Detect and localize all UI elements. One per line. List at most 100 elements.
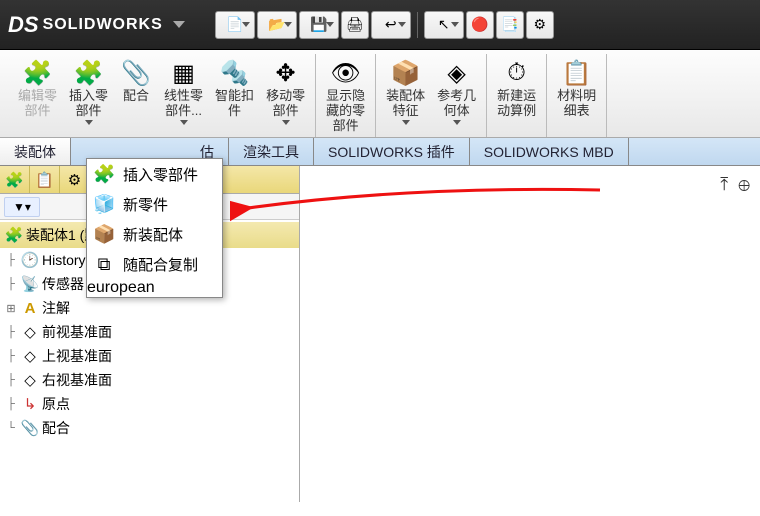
viewport-orientation-icons[interactable]: ⤒ ⊕: [720, 174, 750, 195]
tree-item-front-plane[interactable]: ├ ◇ 前视基准面: [0, 320, 299, 344]
ribbon-move-component[interactable]: ✥ 移动零 部件: [260, 56, 311, 127]
ribbon-label: 材料明 细表: [557, 88, 596, 118]
tree-item-origin[interactable]: ├ ↳ 原点: [0, 392, 299, 416]
new-part-icon: 🧊: [93, 194, 115, 215]
tree-item-right-plane[interactable]: ├ ◇ 右视基准面: [0, 368, 299, 392]
plane-icon: ◇: [20, 347, 40, 365]
tree-line: ├: [4, 374, 18, 386]
tab-label: SOLIDWORKS 插件: [328, 142, 455, 162]
quick-access-toolbar: 📄 📂 💾 🖨 ↩ ↖ 🔴 📑 ⚙: [215, 11, 554, 39]
undo-button[interactable]: ↩: [371, 11, 411, 39]
new-file-button[interactable]: 📄: [215, 11, 255, 39]
open-file-button[interactable]: 📂: [257, 11, 297, 39]
ribbon-bom[interactable]: 📋 材料明 细表: [551, 56, 602, 120]
panel-tab-property[interactable]: 📋: [30, 166, 60, 193]
tree-line: ├: [4, 398, 18, 410]
plane-icon: ◇: [20, 323, 40, 341]
tree-item-annotations[interactable]: ⊞ A 注解: [0, 296, 299, 320]
ribbon-label: 新建运 动算例: [497, 88, 536, 118]
tab-label: 渲染工具: [243, 142, 299, 162]
record-button[interactable]: 🔴: [466, 11, 494, 39]
motion-study-icon: ⏱: [507, 58, 526, 88]
edit-component-icon: 🧩: [23, 58, 53, 88]
chevron-down-icon: [180, 120, 188, 125]
mates-icon: 📎: [20, 419, 40, 437]
sensor-icon: 📡: [20, 275, 40, 293]
assembly-icon: 🧩: [4, 226, 24, 244]
ribbon-insert-component[interactable]: 🧩 插入零 部件: [63, 56, 114, 127]
tree-label: 右视基准面: [42, 370, 112, 390]
app-brand-text: SOLIDWORKS: [43, 16, 163, 34]
filter-button[interactable]: ▼▾: [4, 197, 40, 217]
ribbon-label: 插入零 部件: [69, 88, 108, 118]
tab-sw-mbd[interactable]: SOLIDWORKS MBD: [470, 138, 629, 165]
toolbar-separator: [417, 12, 418, 38]
ribbon-label: 参考几 何体: [437, 88, 476, 118]
move-component-icon: ✥: [276, 58, 296, 88]
tree-line: └: [4, 422, 18, 434]
ribbon-edit-component[interactable]: 🧩 编辑零 部件: [12, 56, 63, 120]
tree-label: 前视基准面: [42, 322, 112, 342]
ribbon-label: 智能扣 件: [215, 88, 254, 118]
tab-render-tools[interactable]: 渲染工具: [229, 138, 314, 165]
insert-component-icon: 🧩: [74, 58, 104, 88]
tab-label: SOLIDWORKS MBD: [484, 144, 614, 160]
dropdown-copy-with-mates[interactable]: ⧉ 随配合复制: [87, 249, 222, 279]
tab-assembly[interactable]: 装配体: [0, 138, 71, 165]
tree-expand-icon[interactable]: ⊞: [4, 302, 18, 315]
insert-component-icon: 🧩: [93, 164, 115, 185]
app-menu-dropdown-icon[interactable]: [173, 21, 185, 28]
print-button[interactable]: 🖨: [341, 11, 369, 39]
tree-line: ├: [4, 350, 18, 362]
tab-sw-addins[interactable]: SOLIDWORKS 插件: [314, 138, 470, 165]
ribbon-smart-fastener[interactable]: 🔩 智能扣 件: [209, 56, 260, 120]
dropdown-label: 新零件: [123, 194, 168, 215]
history-icon: 🕑: [20, 251, 40, 269]
annotation-icon: A: [20, 300, 40, 317]
ribbon: 🧩 编辑零 部件 🧩 插入零 部件 📎 配合 ▦ 线性零 部件... 🔩 智能扣…: [0, 50, 760, 138]
tree-line: ├: [4, 326, 18, 338]
panel-tab-feature-tree[interactable]: 🧩: [0, 166, 30, 193]
ribbon-reference-geometry[interactable]: ◈ 参考几 何体: [431, 56, 482, 127]
origin-icon: ↳: [20, 395, 40, 413]
tree-label: 注解: [42, 298, 70, 318]
tree-line: ├: [4, 254, 18, 266]
chevron-down-icon: [453, 120, 461, 125]
options-button[interactable]: 📑: [496, 11, 524, 39]
tree-label: 上视基准面: [42, 346, 112, 366]
ribbon-label: 装配体 特征: [386, 88, 425, 118]
ribbon-label: 编辑零 部件: [18, 88, 57, 118]
tree-item-top-plane[interactable]: ├ ◇ 上视基准面: [0, 344, 299, 368]
chevron-down-icon: [85, 120, 93, 125]
save-button[interactable]: 💾: [299, 11, 339, 39]
tree-line: ├: [4, 278, 18, 290]
ribbon-linear-pattern[interactable]: ▦ 线性零 部件...: [158, 56, 209, 127]
dropdown-new-part[interactable]: 🧊 新零件: [87, 189, 222, 219]
dropdown-new-assembly[interactable]: 📦 新装配体: [87, 219, 222, 249]
new-assembly-icon: 📦: [93, 224, 115, 245]
tree-label: History: [42, 252, 86, 268]
mate-icon: 📎: [121, 58, 151, 88]
linear-pattern-icon: ▦: [172, 58, 195, 88]
ribbon-show-hidden[interactable]: 👁 显示隐 藏的零 部件: [320, 56, 371, 135]
settings-button[interactable]: ⚙: [526, 11, 554, 39]
select-button[interactable]: ↖: [424, 11, 464, 39]
tree-label: 配合: [42, 418, 70, 438]
ribbon-label: 显示隐 藏的零 部件: [326, 88, 365, 133]
tree-item-mates[interactable]: └ 📎 配合: [0, 416, 299, 440]
ribbon-new-motion-study[interactable]: ⏱ 新建运 动算例: [491, 56, 542, 120]
ribbon-label: 配合: [123, 88, 149, 103]
dropdown-insert-component[interactable]: 🧩 插入零部件: [87, 159, 222, 189]
insert-component-dropdown: 🧩 插入零部件 🧊 新零件 📦 新装配体 ⧉ 随配合复制 european: [86, 158, 223, 298]
ribbon-label: 线性零 部件...: [164, 88, 203, 118]
app-logo: DS SOLIDWORKS: [8, 12, 185, 38]
ribbon-mate[interactable]: 📎 配合: [114, 56, 158, 105]
graphics-viewport[interactable]: ⤒ ⊕: [300, 166, 760, 502]
bom-icon: 📋: [562, 58, 592, 88]
copy-with-mates-icon: ⧉: [93, 254, 115, 275]
ribbon-assembly-feature[interactable]: 📦 装配体 特征: [380, 56, 431, 127]
title-bar: DS SOLIDWORKS 📄 📂 💾 🖨 ↩ ↖ 🔴 📑 ⚙: [0, 0, 760, 50]
ribbon-label: 移动零 部件: [266, 88, 305, 118]
tab-label: 装配体: [14, 142, 56, 162]
tree-label: 传感器: [42, 274, 84, 294]
